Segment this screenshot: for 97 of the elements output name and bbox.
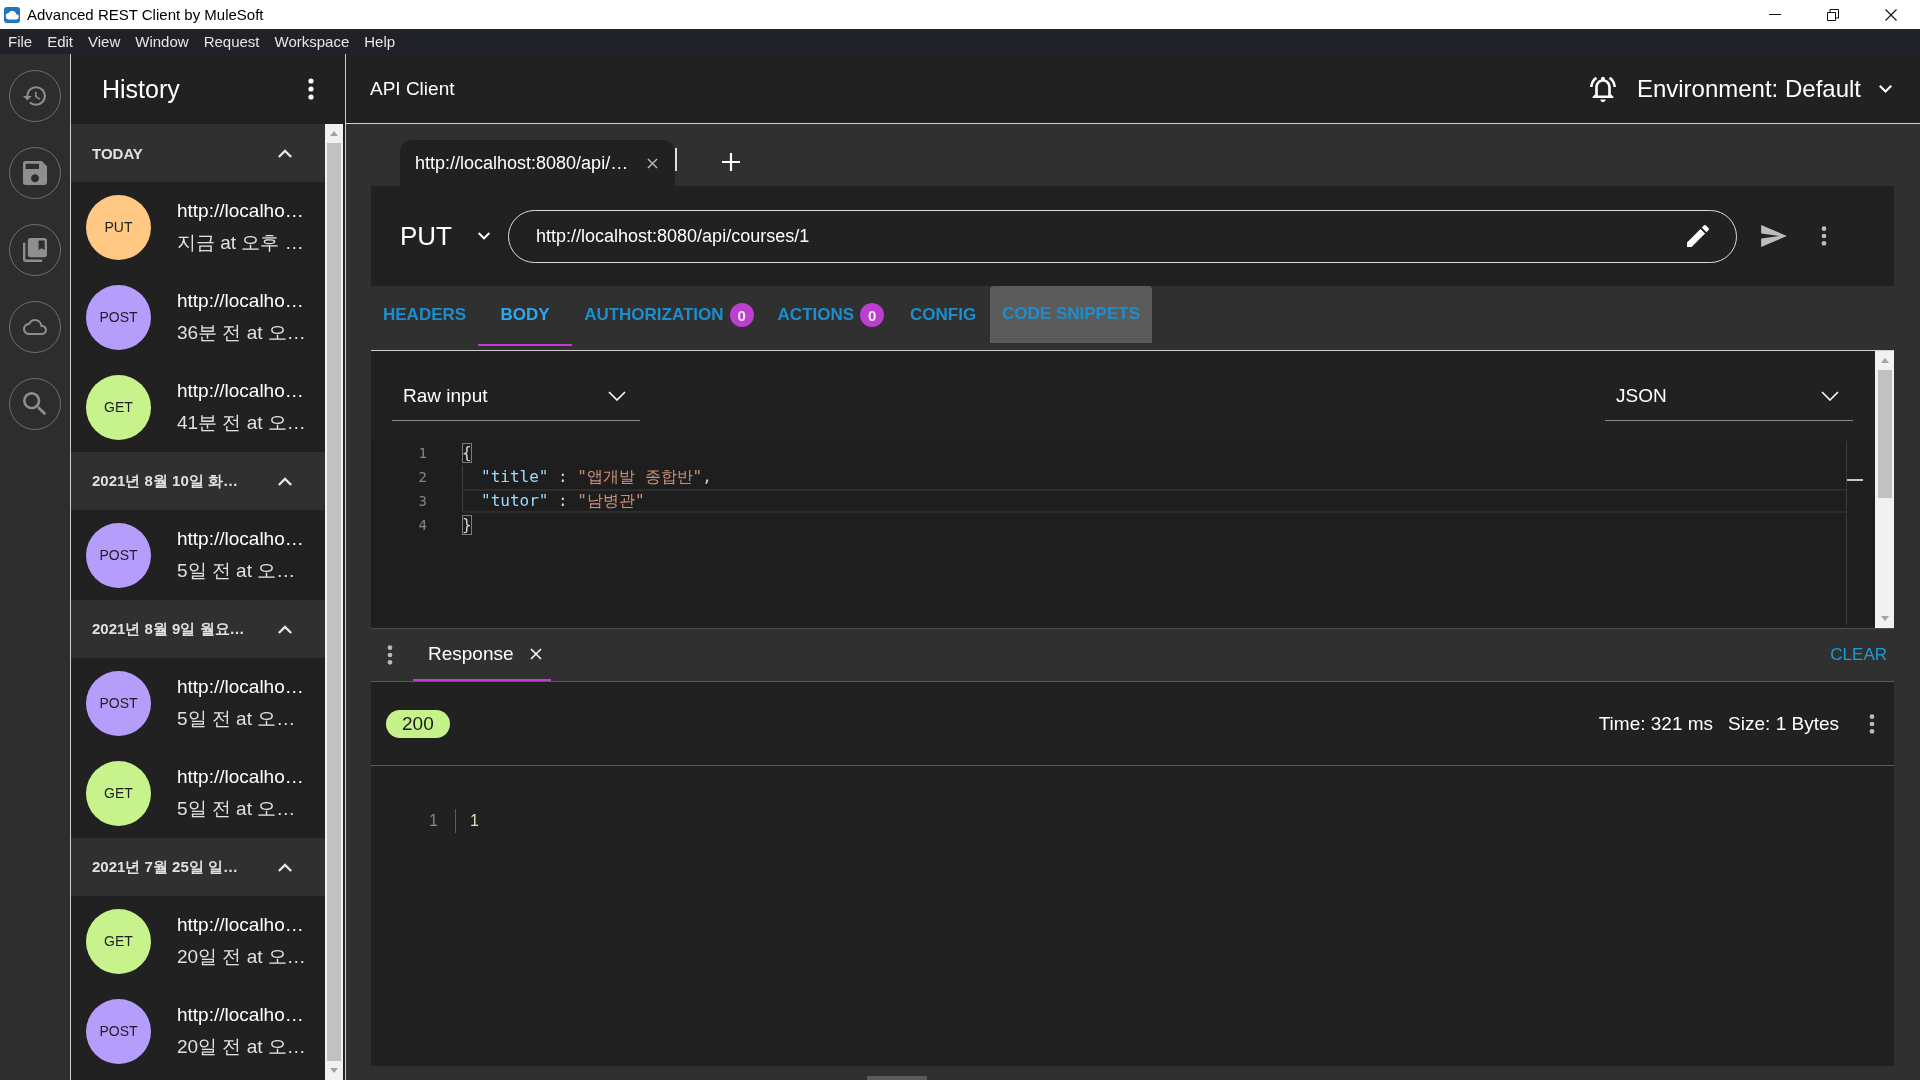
more-vertical-icon[interactable] xyxy=(308,78,314,100)
method-badge[interactable]: POST xyxy=(86,284,151,350)
environment-selector[interactable]: Environment: Default xyxy=(1636,74,1892,103)
history-url[interactable]: http://localho… xyxy=(177,526,304,552)
history-url[interactable]: http://localho… xyxy=(177,198,304,224)
bookmarked-stack-icon xyxy=(23,238,47,262)
chevron-up-icon[interactable] xyxy=(278,476,292,486)
line-number: 1 xyxy=(429,812,438,830)
pencil-icon[interactable] xyxy=(1687,225,1709,247)
close-icon[interactable] xyxy=(647,157,658,169)
menu-item[interactable]: Workspace xyxy=(274,33,350,50)
plus-icon[interactable] xyxy=(722,153,740,171)
count-badge: 0 xyxy=(729,303,754,327)
history-time: 지금 at 오후 … xyxy=(177,231,304,255)
history-time: 5일 전 at 오… xyxy=(177,559,296,583)
clear-button[interactable]: CLEAR xyxy=(1830,629,1887,681)
menu-item[interactable]: Edit xyxy=(47,33,74,50)
menu-item[interactable]: Window xyxy=(135,33,189,50)
menu-item[interactable]: Help xyxy=(364,33,396,50)
chevron-down-icon xyxy=(1821,390,1839,401)
method-badge[interactable]: PUT xyxy=(86,194,151,260)
chevron-down-icon xyxy=(608,390,626,401)
line-number: 4 xyxy=(418,516,427,535)
bell-icon[interactable] xyxy=(1589,75,1616,102)
search-icon xyxy=(23,392,47,416)
history-time: 20일 전 at 오… xyxy=(177,945,306,969)
history-url[interactable]: http://localho… xyxy=(177,674,304,700)
send-icon[interactable] xyxy=(1761,225,1787,247)
history-url[interactable]: http://localho… xyxy=(177,378,304,404)
scrollbar-thumb[interactable] xyxy=(1877,370,1892,498)
method-badge[interactable]: GET xyxy=(86,760,151,826)
menu-item[interactable]: Request xyxy=(203,33,260,50)
line-number: 1 xyxy=(418,444,427,463)
response-time: Time: 321 ms xyxy=(1598,712,1714,735)
group-header[interactable]: 2021년 7월 25일 일… xyxy=(71,838,325,896)
scrollbar[interactable] xyxy=(325,124,343,1080)
code-line: { xyxy=(462,442,472,465)
code-line: "tutor" : "남병관" xyxy=(462,489,1846,513)
window-title: Advanced REST Client by MuleSoft xyxy=(27,6,264,23)
code-line: "title" : "앱개발 종합반", xyxy=(462,465,712,489)
resize-handle[interactable] xyxy=(867,1076,927,1080)
count-badge: 0 xyxy=(860,303,885,327)
chevron-up-icon[interactable] xyxy=(278,148,292,158)
close-icon[interactable] xyxy=(1885,8,1897,21)
editor-tab[interactable]: CONFIG xyxy=(896,286,991,346)
clock-icon xyxy=(23,84,47,108)
editor-tab[interactable]: AUTHORIZATION 0 xyxy=(572,286,766,346)
editor-tab[interactable]: ACTIONS 0 xyxy=(765,286,897,346)
group-header[interactable]: TODAY xyxy=(71,124,325,182)
history-time: 36분 전 at 오… xyxy=(177,321,306,345)
status-code-badge: 200 xyxy=(386,709,450,738)
content-type-dropdown[interactable]: JSON xyxy=(1605,371,1853,421)
chevron-up-icon[interactable] xyxy=(278,862,292,872)
group-label: 2021년 8월 9일 월요… xyxy=(92,619,245,639)
page-title: API Client xyxy=(370,77,455,100)
history-url[interactable]: http://localho… xyxy=(177,1002,304,1028)
method-selector[interactable]: PUT xyxy=(400,220,490,252)
chevron-down-icon xyxy=(1879,84,1892,93)
menu-item[interactable]: File xyxy=(8,33,33,50)
method-badge[interactable]: POST xyxy=(86,670,151,736)
group-label: 2021년 8월 10일 화… xyxy=(92,471,238,491)
group-header[interactable]: 2021년 8월 10일 화… xyxy=(71,452,325,510)
menu-item[interactable]: View xyxy=(88,33,121,50)
line-number: 3 xyxy=(418,492,427,511)
history-url[interactable]: http://localho… xyxy=(177,288,304,314)
chevron-down-icon xyxy=(478,232,490,240)
method-badge[interactable]: GET xyxy=(86,374,151,440)
method-badge[interactable]: POST xyxy=(86,522,151,588)
scrollbar-thumb[interactable] xyxy=(327,143,341,1061)
group-label: 2021년 7월 25일 일… xyxy=(92,857,238,877)
body-type-dropdown[interactable]: Raw input xyxy=(392,371,640,421)
ruler-marker xyxy=(1847,479,1863,481)
cloud-icon xyxy=(4,6,20,23)
request-tab[interactable]: http://localhost:8080/api/… xyxy=(400,140,675,186)
editor-tab[interactable]: HEADERS xyxy=(371,286,479,346)
chevron-up-icon[interactable] xyxy=(278,624,292,634)
more-vertical-icon[interactable] xyxy=(1869,713,1875,734)
history-time: 5일 전 at 오… xyxy=(177,797,296,821)
group-label: TODAY xyxy=(92,144,143,162)
response-size: Size: 1 Bytes xyxy=(1728,712,1839,735)
restore-icon[interactable] xyxy=(1827,8,1839,21)
editor-tab[interactable]: BODY xyxy=(478,286,573,346)
line-number: 2 xyxy=(418,468,427,487)
history-url[interactable]: http://localho… xyxy=(177,764,304,790)
history-time: 5일 전 at 오… xyxy=(177,707,296,731)
scrollbar[interactable] xyxy=(1875,351,1894,628)
method-badge[interactable]: GET xyxy=(86,908,151,974)
group-header[interactable]: 2021년 8월 9일 월요… xyxy=(71,600,325,658)
method-badge[interactable]: POST xyxy=(86,998,151,1064)
history-url[interactable]: http://localho… xyxy=(177,912,304,938)
panel-title: History xyxy=(102,74,180,104)
more-vertical-icon[interactable] xyxy=(1821,226,1827,246)
more-vertical-icon[interactable] xyxy=(387,645,393,665)
response-text: 1 xyxy=(470,812,479,830)
history-time: 41분 전 at 오… xyxy=(177,411,306,435)
code-line: } xyxy=(462,514,472,537)
history-time: 20일 전 at 오… xyxy=(177,1035,306,1059)
